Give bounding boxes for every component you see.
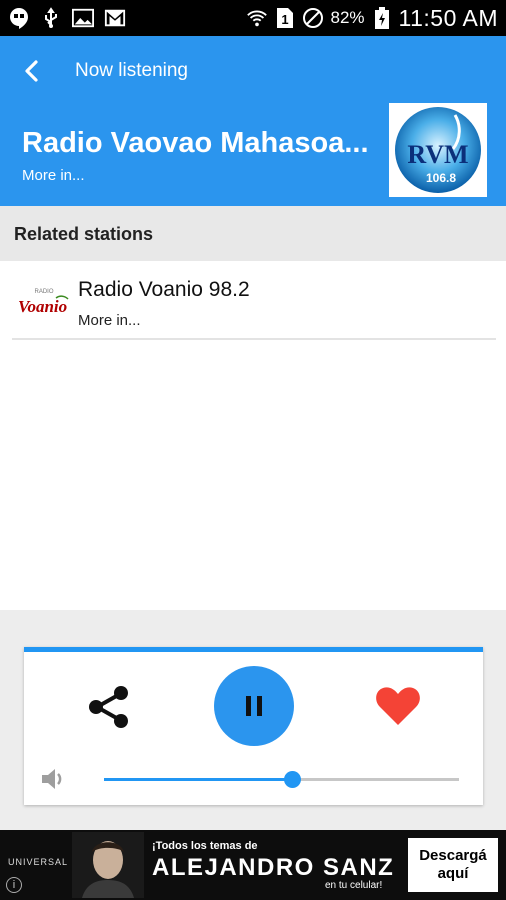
status-bar: 1 82% 11:50 AM <box>0 0 506 36</box>
back-button[interactable] <box>14 54 48 88</box>
station-logo: RADIO Voanio <box>16 284 74 318</box>
ad-info-icon[interactable]: i <box>6 877 22 893</box>
heart-icon <box>376 687 420 725</box>
battery-percent: 82% <box>330 8 365 27</box>
battery-charging-icon <box>371 7 393 29</box>
logo-frequency: 106.8 <box>426 171 456 185</box>
ad-tagline: ¡Todos los temas de <box>152 840 258 852</box>
section-title: Related stations <box>14 224 154 244</box>
player-card <box>24 647 483 805</box>
ad-headline: ALEJANDRO SANZ <box>152 854 395 881</box>
pause-icon <box>246 696 262 716</box>
ad-image <box>72 832 144 898</box>
volume-slider-fill <box>104 778 293 781</box>
ad-banner[interactable]: UNIVERSAL i ¡Todos los temas de ALEJANDR… <box>0 830 506 900</box>
list-item[interactable]: RADIO Voanio Radio Voanio 98.2 More in..… <box>12 262 496 340</box>
item-title: Radio Voanio 98.2 <box>78 278 250 301</box>
item-more-link[interactable]: More in... <box>78 312 141 329</box>
gmail-icon <box>104 7 126 29</box>
page-title: Now listening <box>75 60 188 81</box>
svg-text:1: 1 <box>282 12 289 27</box>
logo-text: RVM <box>407 140 468 169</box>
hangouts-icon <box>8 7 30 29</box>
station-logo: RVM 106.8 <box>389 103 487 197</box>
volume-icon[interactable] <box>38 764 68 794</box>
pause-button[interactable] <box>214 666 294 746</box>
sim-1-icon: 1 <box>274 7 296 29</box>
usb-icon <box>40 7 62 29</box>
clock: 11:50 AM <box>398 4 498 31</box>
share-button[interactable] <box>84 682 134 732</box>
now-listening-header: Now listening Radio Vaovao Mahasoa... Mo… <box>0 36 506 206</box>
ad-download-button[interactable]: Descargá aquí <box>408 838 498 892</box>
volume-slider[interactable] <box>104 771 459 788</box>
wifi-icon <box>246 7 268 29</box>
svg-text:RADIO: RADIO <box>34 289 53 295</box>
volume-slider-thumb[interactable] <box>284 771 302 788</box>
favorite-button[interactable] <box>372 680 424 732</box>
station-name: Radio Vaovao Mahasoa... <box>22 127 369 159</box>
logo-text: Voanio <box>18 297 67 316</box>
do-not-disturb-icon <box>302 7 324 29</box>
ad-brand: UNIVERSAL <box>8 857 69 867</box>
ad-subline: en tu celular! <box>325 880 383 891</box>
station-more-link[interactable]: More in... <box>22 167 85 184</box>
chevron-left-icon <box>25 60 38 82</box>
image-icon <box>72 7 94 29</box>
related-section-header: Related stations <box>0 206 506 261</box>
share-icon <box>89 686 128 728</box>
